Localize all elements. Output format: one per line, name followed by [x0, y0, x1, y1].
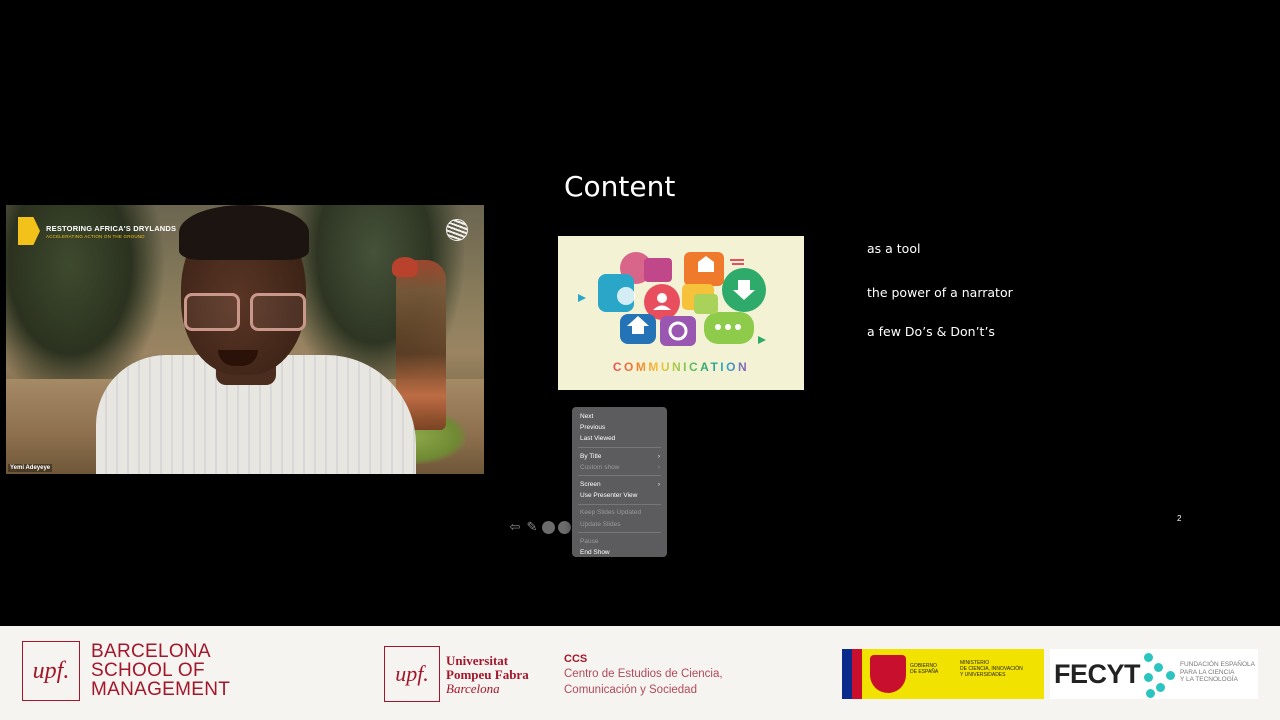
video-brand-logo: RESTORING AFRICA'S DRYLANDS ACCELERATING…	[18, 217, 176, 245]
univ-line: Universitat	[446, 653, 509, 668]
menu-separator	[578, 447, 661, 449]
back-arrow-icon[interactable]: ⇦	[508, 520, 522, 534]
menu-item-custom-show: Custom show ›	[572, 462, 667, 473]
ccs-desc: Centro de Estudios de Ciencia, Comunicac…	[564, 666, 723, 698]
slideshow-toolbar: ⇦ ✎	[508, 520, 571, 534]
menu-separator	[578, 503, 661, 505]
image-caption: COMMUNICATION	[558, 360, 804, 374]
fecyt-line: FUNDACIÓN ESPAÑOLA	[1180, 661, 1256, 668]
fecyt-line: Y LA TECNOLOGÍA	[1180, 676, 1238, 683]
menu-item-next[interactable]: Next	[572, 411, 667, 422]
menu-item-end-show[interactable]: End Show	[572, 547, 667, 558]
speaker-glasses	[184, 293, 306, 331]
fecyt-molecule-icon	[1142, 651, 1178, 698]
chevron-right-icon: ›	[657, 463, 660, 471]
menu-item-screen[interactable]: Screen ›	[572, 479, 667, 490]
bullet-item: the power of a narrator	[867, 285, 1013, 300]
slide-number: 2	[1177, 514, 1182, 523]
univ-city: Barcelona	[446, 681, 500, 696]
gov-line: DE ESPAÑA	[910, 669, 939, 675]
speaker-video: RESTORING AFRICA'S DRYLANDS ACCELERATING…	[6, 205, 484, 474]
bullet-item: as a tool	[867, 241, 921, 256]
chevron-right-icon: ›	[657, 480, 660, 488]
bsm-line: BARCELONA	[91, 641, 211, 662]
ccs-abbr: CCS	[564, 653, 588, 665]
fecyt-wordmark: FECYT	[1054, 659, 1141, 689]
speaker-name-tag: Yemi Adeyeye	[8, 464, 53, 472]
sponsor-footer: upf. BARCELONA SCHOOL OF MANAGEMENT upf.…	[0, 626, 1280, 720]
menu-label: By Title	[580, 452, 602, 460]
menu-label: Screen	[580, 480, 601, 488]
university-name: Universitat Pompeu Fabra Barcelona	[446, 654, 529, 696]
menu-item-keep-slides-updated: Keep Slides Updated	[572, 507, 667, 518]
globe-logo-icon	[446, 219, 468, 241]
menu-label: End Show	[580, 548, 610, 556]
univ-line: Pompeu Fabra	[446, 667, 529, 682]
more-options-icon[interactable]	[558, 520, 571, 534]
menu-item-presenter-view[interactable]: Use Presenter View	[572, 490, 667, 501]
menu-label: Custom show	[580, 463, 620, 471]
menu-item-by-title[interactable]: By Title ›	[572, 451, 667, 462]
fecyt-text: FUNDACIÓN ESPAÑOLA PARA LA CIENCIA Y LA …	[1180, 661, 1255, 684]
fecyt-logo: FECYT FUNDACIÓN ESPAÑOLA PARA LA CIENCIA…	[1050, 649, 1258, 699]
speaker-hair	[179, 205, 309, 260]
gov-text: GOBIERNO DE ESPAÑA	[910, 663, 950, 675]
menu-label: Pause	[580, 537, 599, 545]
menu-label: Keep Slides Updated	[580, 509, 642, 517]
chevron-right-icon: ›	[657, 452, 660, 460]
menu-label: Last Viewed	[580, 435, 616, 443]
menu-label: Previous	[580, 424, 606, 432]
bsm-line: MANAGEMENT	[91, 679, 231, 700]
menu-item-last-viewed[interactable]: Last Viewed	[572, 433, 667, 444]
ccs-line: Centro de Estudios de Ciencia,	[564, 668, 723, 680]
coat-of-arms-icon	[870, 655, 906, 693]
ministry-line: Y UNIVERSIDADES	[960, 672, 1006, 678]
communication-illustration: COMMUNICATION	[558, 236, 804, 390]
spain-government-logo: GOBIERNO DE ESPAÑA MINISTERIO DE CIENCIA…	[842, 649, 1044, 699]
menu-item-pause: Pause	[572, 536, 667, 547]
upf-logo: upf.	[22, 641, 80, 701]
bsm-line: SCHOOL OF	[91, 660, 205, 681]
ccs-line: Comunicación y Sociedad	[564, 684, 697, 696]
menu-separator	[578, 475, 661, 477]
fecyt-line: PARA LA CIENCIA	[1180, 668, 1235, 676]
caption-text: COMMUNICATION	[612, 360, 750, 374]
brand-title: RESTORING AFRICA'S DRYLANDS	[46, 223, 177, 233]
menu-separator	[578, 532, 661, 534]
menu-item-previous[interactable]: Previous	[572, 422, 667, 433]
menu-label: Update Slides	[580, 520, 621, 528]
pen-icon[interactable]: ✎	[525, 520, 539, 534]
slide-title: Content	[564, 170, 676, 203]
ministry-text: MINISTERIO DE CIENCIA, INNOVACIÓN Y UNIV…	[960, 660, 1044, 678]
menu-label: Next	[580, 413, 594, 420]
menu-label: Use Presenter View	[580, 492, 638, 500]
slides-grid-icon[interactable]	[542, 520, 555, 534]
menu-item-update-slides: Update Slides	[572, 519, 667, 530]
slideshow-context-menu: Next Previous Last Viewed By Title › Cust…	[572, 407, 667, 557]
speaker	[66, 205, 416, 474]
play-chevron-icon	[18, 217, 40, 245]
brand-subtitle: ACCELERATING ACTION ON THE GROUND	[46, 233, 145, 239]
bsm-logo-text: BARCELONA SCHOOL OF MANAGEMENT	[91, 642, 230, 699]
bullet-item: a few Do’s & Don’t’s	[867, 324, 995, 339]
ccs-logo: CCS Centro de Estudios de Ciencia, Comun…	[564, 653, 723, 698]
eu-flag-icon	[842, 649, 862, 699]
upf-logo: upf.	[384, 646, 440, 702]
